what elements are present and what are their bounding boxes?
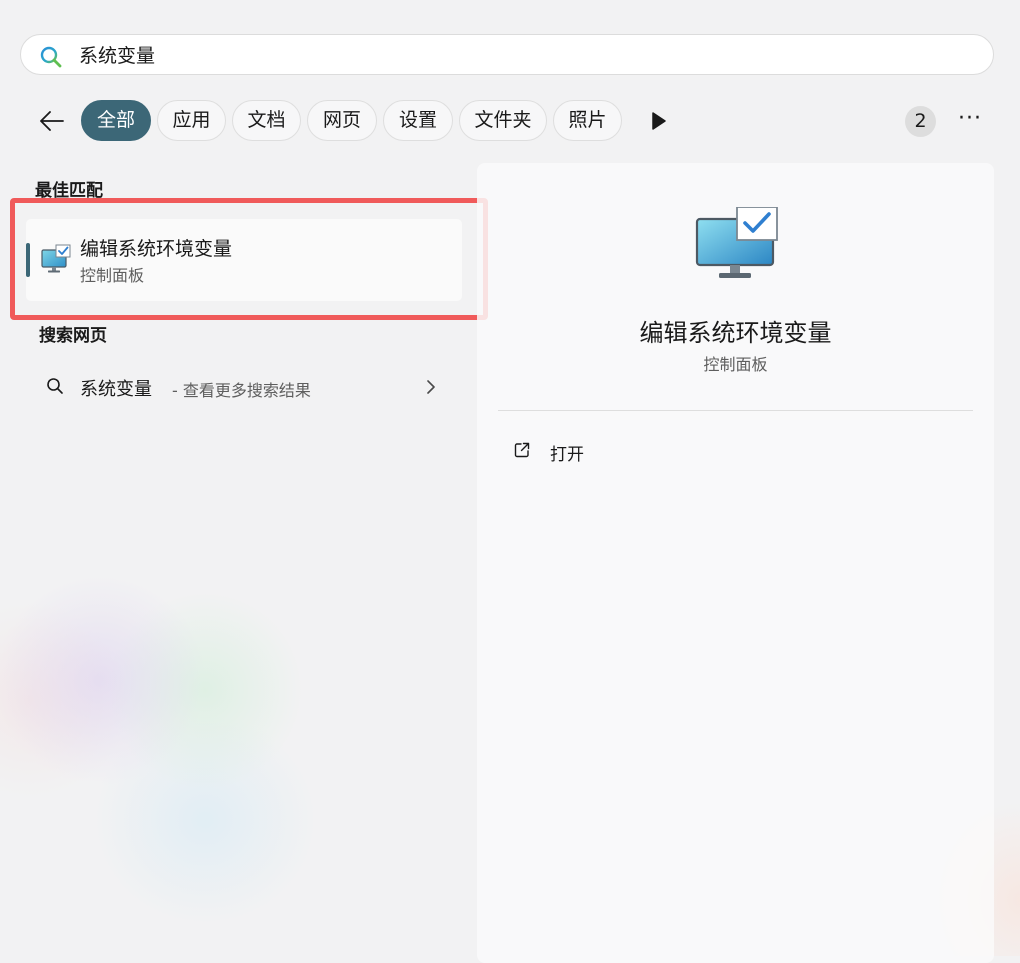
tab-web[interactable]: 网页 [307,100,377,141]
tab-documents[interactable]: 文档 [232,100,301,141]
web-search-query: 系统变量 [80,379,152,400]
tab-all[interactable]: 全部 [81,100,151,141]
search-icon [47,378,63,394]
open-action[interactable]: 打开 [503,429,703,473]
tab-folders[interactable]: 文件夹 [459,100,547,141]
monitor-check-icon [41,244,71,273]
back-arrow-icon [40,111,64,131]
selection-indicator [26,243,30,277]
web-search-description: - 查看更多搜索结果 [172,381,311,400]
chevron-right-icon [427,380,435,394]
divider [498,410,973,411]
detail-title: 编辑系统环境变量 [639,319,832,347]
best-match-subtitle: 控制面板 [80,266,145,285]
search-box[interactable]: 系统变量 [20,34,994,75]
monitor-check-icon [695,207,778,278]
web-search-item[interactable]: 系统变量 - 查看更多搜索结果 [26,366,462,408]
more-options-button[interactable]: ··· [955,108,985,134]
detail-subtitle: 控制面板 [703,355,768,374]
tab-settings[interactable]: 设置 [383,100,453,141]
play-icon[interactable] [648,110,670,132]
tab-apps[interactable]: 应用 [157,100,226,141]
best-match-item[interactable]: 编辑系统环境变量 控制面板 [26,219,462,301]
tab-photos[interactable]: 照片 [553,100,622,141]
detail-panel: 编辑系统环境变量 控制面板 打开 [477,163,994,963]
open-external-icon [514,442,530,458]
count-badge[interactable]: 2 [905,106,936,137]
best-match-name: 编辑系统环境变量 [80,238,233,260]
best-match-heading: 最佳匹配 [35,181,103,201]
web-search-heading: 搜索网页 [39,326,107,346]
search-input[interactable]: 系统变量 [79,44,155,68]
search-icon [40,46,62,68]
back-button[interactable] [36,104,68,138]
open-label: 打开 [550,445,584,465]
